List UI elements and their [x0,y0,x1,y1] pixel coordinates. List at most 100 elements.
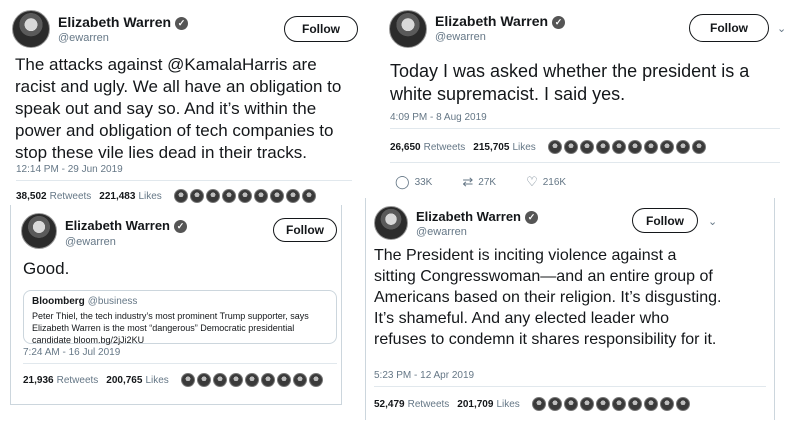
follow-button[interactable]: Follow [689,14,769,42]
verified-check-icon: ✓ [175,17,189,30]
tweet-timestamp[interactable]: 5:23 PM - 12 Apr 2019 [374,370,474,381]
author-handle[interactable]: @ewarren [58,32,109,44]
liker-avatar[interactable] [643,140,658,154]
liker-avatar[interactable] [579,140,594,154]
chevron-down-icon[interactable]: ⌄ [777,22,786,35]
tweet-timestamp[interactable]: 7:24 AM - 16 Jul 2019 [23,347,120,358]
engagement-stats: 52,479 Retweets 201,709 Likes [374,397,690,411]
liker-avatar[interactable] [205,189,220,203]
liker-avatar[interactable] [691,140,706,154]
author-name[interactable]: Elizabeth Warren ✓ [58,14,189,30]
reply-action[interactable]: ◯ 33K [395,174,432,190]
liker-avatars [173,189,316,203]
liker-avatar[interactable] [611,140,626,154]
liker-avatar[interactable] [212,373,227,387]
tweet-card-good: Elizabeth Warren ✓ @ewarren Follow Good. … [10,205,342,405]
liker-avatar[interactable] [173,189,188,203]
like-count[interactable]: 200,765 [106,375,142,386]
author-name-text[interactable]: Elizabeth Warren [416,209,521,224]
quoted-text: Peter Thiel, the tech industry’s most pr… [32,311,309,345]
author-name-text[interactable]: Elizabeth Warren [58,14,171,30]
author-name[interactable]: Elizabeth Warren ✓ [416,209,538,224]
like-count[interactable]: 201,709 [457,399,493,410]
liker-avatars [531,397,690,411]
retweet-icon: ⇄ [462,174,474,189]
follow-button[interactable]: Follow [284,16,358,42]
avatar[interactable] [389,10,427,48]
liker-avatar[interactable] [595,397,610,411]
retweet-count[interactable]: 52,479 [374,399,405,410]
author-handle[interactable]: @ewarren [435,31,486,43]
liker-avatar[interactable] [675,397,690,411]
liker-avatar[interactable] [627,140,642,154]
heart-icon: ♡ [526,174,538,189]
liker-avatar[interactable] [228,373,243,387]
liker-avatar[interactable] [301,189,316,203]
liker-avatar[interactable] [547,397,562,411]
liker-avatar[interactable] [659,140,674,154]
liker-avatar[interactable] [611,397,626,411]
author-name-text[interactable]: Elizabeth Warren [435,13,548,29]
liker-avatar[interactable] [285,189,300,203]
divider [390,128,780,129]
tweet-card-white-supremacist: Elizabeth Warren ✓ @ewarren Follow ⌄ Toda… [383,2,791,194]
retweet-count[interactable]: 38,502 [16,191,47,202]
tweet-timestamp[interactable]: 4:09 PM - 8 Aug 2019 [390,112,487,123]
divider [16,180,352,181]
retweets-label[interactable]: Retweets [408,399,450,410]
follow-button[interactable]: Follow [273,218,337,242]
author-name[interactable]: Elizabeth Warren ✓ [435,13,566,29]
liker-avatar[interactable] [563,397,578,411]
tweet-card-kamala: Elizabeth Warren ✓ @ewarren Follow The at… [8,2,360,207]
follow-button[interactable]: Follow [632,208,698,233]
retweet-count[interactable]: 21,936 [23,375,54,386]
engagement-stats: 26,650 Retweets 215,705 Likes [390,140,706,154]
retweet-action[interactable]: ⇄ 27K [462,174,496,190]
likes-label[interactable]: Likes [145,375,168,386]
liker-avatar[interactable] [244,373,259,387]
retweet-count[interactable]: 26,650 [390,142,421,153]
tweet-timestamp[interactable]: 12:14 PM - 29 Jun 2019 [16,164,123,175]
liker-avatar[interactable] [595,140,610,154]
liker-avatar[interactable] [675,140,690,154]
chevron-down-icon[interactable]: ⌄ [708,215,717,228]
liker-avatar[interactable] [237,189,252,203]
author-handle[interactable]: @ewarren [416,226,467,238]
liker-avatar[interactable] [659,397,674,411]
likes-label[interactable]: Likes [512,142,535,153]
likes-label[interactable]: Likes [496,399,519,410]
quoted-tweet[interactable]: Bloomberg @business Peter Thiel, the tech… [23,290,337,345]
liker-avatar[interactable] [563,140,578,154]
retweets-label[interactable]: Retweets [57,375,99,386]
avatar[interactable] [12,10,50,48]
author-handle[interactable]: @ewarren [65,236,116,248]
like-count[interactable]: 215,705 [473,142,509,153]
avatar[interactable] [21,213,57,249]
retweets-label[interactable]: Retweets [50,191,92,202]
author-name[interactable]: Elizabeth Warren ✓ [65,218,187,233]
like-action[interactable]: ♡ 216K [526,174,566,190]
liker-avatar[interactable] [189,189,204,203]
liker-avatar[interactable] [269,189,284,203]
avatar[interactable] [374,206,408,240]
liker-avatar[interactable] [579,397,594,411]
liker-avatar[interactable] [547,140,562,154]
liker-avatar[interactable] [196,373,211,387]
liker-avatar[interactable] [260,373,275,387]
liker-avatar[interactable] [221,189,236,203]
liker-avatar[interactable] [292,373,307,387]
liker-avatar[interactable] [276,373,291,387]
liker-avatar[interactable] [308,373,323,387]
tweet-text: Good. [23,259,70,278]
liker-avatar[interactable] [627,397,642,411]
liker-avatar[interactable] [180,373,195,387]
like-count[interactable]: 221,483 [99,191,135,202]
retweets-label[interactable]: Retweets [424,142,466,153]
likes-label[interactable]: Likes [138,191,161,202]
divider [374,386,766,387]
author-name-text[interactable]: Elizabeth Warren [65,218,170,233]
verified-check-icon: ✓ [173,220,187,233]
liker-avatar[interactable] [643,397,658,411]
liker-avatar[interactable] [531,397,546,411]
liker-avatar[interactable] [253,189,268,203]
